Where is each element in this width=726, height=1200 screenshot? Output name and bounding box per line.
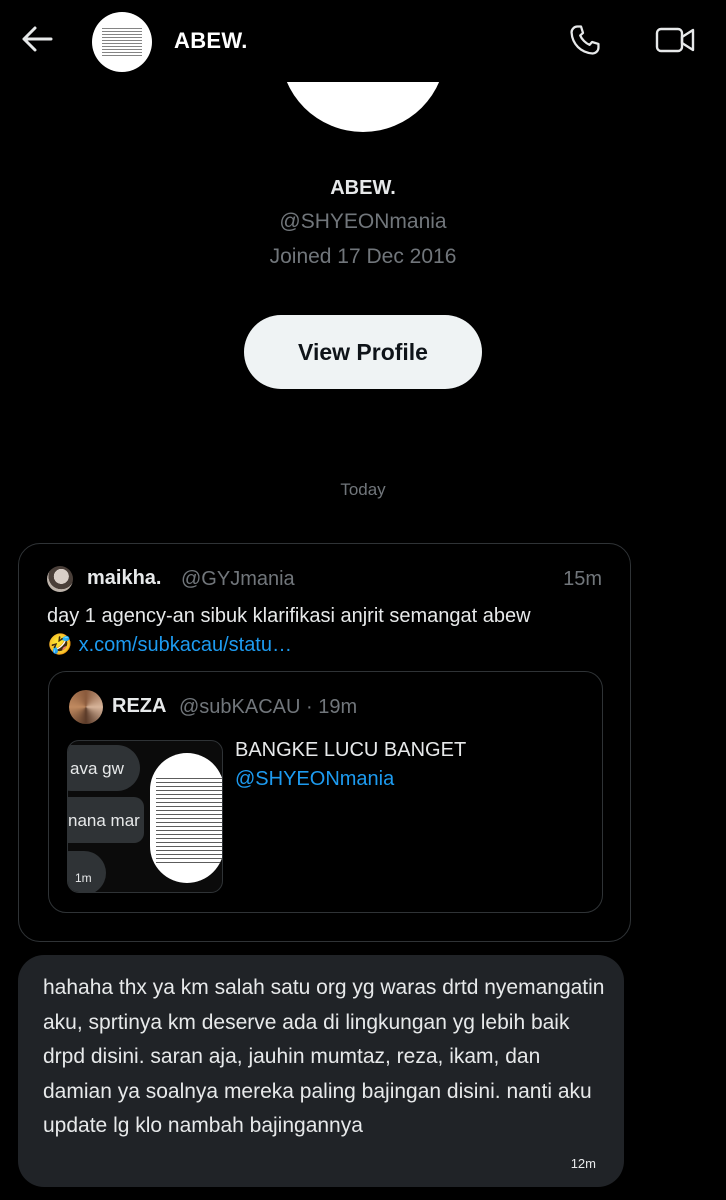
arrow-left-icon xyxy=(21,25,53,58)
call-button[interactable] xyxy=(565,22,605,62)
message-time: 12m xyxy=(570,1156,596,1171)
tweet-body: day 1 agency-an sibuk klarifikasi anjrit… xyxy=(47,605,531,627)
view-profile-button[interactable]: View Profile xyxy=(244,315,482,389)
quoted-mention-link[interactable]: @SHYEONmania xyxy=(235,768,394,790)
tweet-time: 15m xyxy=(563,568,602,590)
back-button[interactable] xyxy=(18,22,56,60)
profile-name: ABEW. xyxy=(330,177,396,199)
message-bubble[interactable]: hahaha thx ya km salah satu org yg waras… xyxy=(18,955,624,1187)
tweet-author-name[interactable]: maikha. xyxy=(87,567,161,590)
shared-tweet-card[interactable]: maikha. @GYJmania 15m day 1 agency-an si… xyxy=(18,543,631,942)
quoted-media-thumbnail[interactable]: ava gw nana mar 1m xyxy=(67,740,223,893)
tweet-author-handle: @GYJmania xyxy=(181,568,295,590)
video-camera-icon xyxy=(655,25,695,60)
media-text-line: ava gw xyxy=(70,759,124,778)
phone-icon xyxy=(568,23,602,62)
quoted-author-avatar[interactable] xyxy=(69,690,103,724)
profile-handle: @SHYEONmania xyxy=(279,210,447,233)
tweet-link[interactable]: x.com/subkacau/statu… xyxy=(79,634,292,656)
header-avatar[interactable] xyxy=(92,12,152,72)
quoted-body: BANGKE LUCU BANGET xyxy=(235,739,467,761)
message-text: hahaha thx ya km salah satu org yg waras… xyxy=(43,976,605,1137)
media-document-image xyxy=(150,753,222,883)
date-divider: Today xyxy=(340,480,386,499)
tweet-author-avatar[interactable] xyxy=(47,566,73,592)
quoted-tweet-card[interactable]: REZA @subKACAU · 19m ava gw nana mar 1m … xyxy=(48,671,603,913)
rofl-emoji-icon: 🤣 xyxy=(47,634,73,656)
media-text-line: nana mar xyxy=(68,811,140,830)
media-time: 1m xyxy=(75,871,92,885)
contact-name[interactable]: ABEW. xyxy=(174,28,248,54)
quoted-tweet-text: BANGKE LUCU BANGET @SHYEONmania xyxy=(235,736,585,794)
profile-joined-date: Joined 17 Dec 2016 xyxy=(269,245,457,268)
video-call-button[interactable] xyxy=(651,22,699,62)
quoted-author-handle: @subKACAU · 19m xyxy=(179,696,358,718)
chat-header: ABEW. xyxy=(0,0,726,82)
quoted-author-name[interactable]: REZA xyxy=(112,695,166,718)
tweet-text: day 1 agency-an sibuk klarifikasi anjrit… xyxy=(47,602,617,660)
